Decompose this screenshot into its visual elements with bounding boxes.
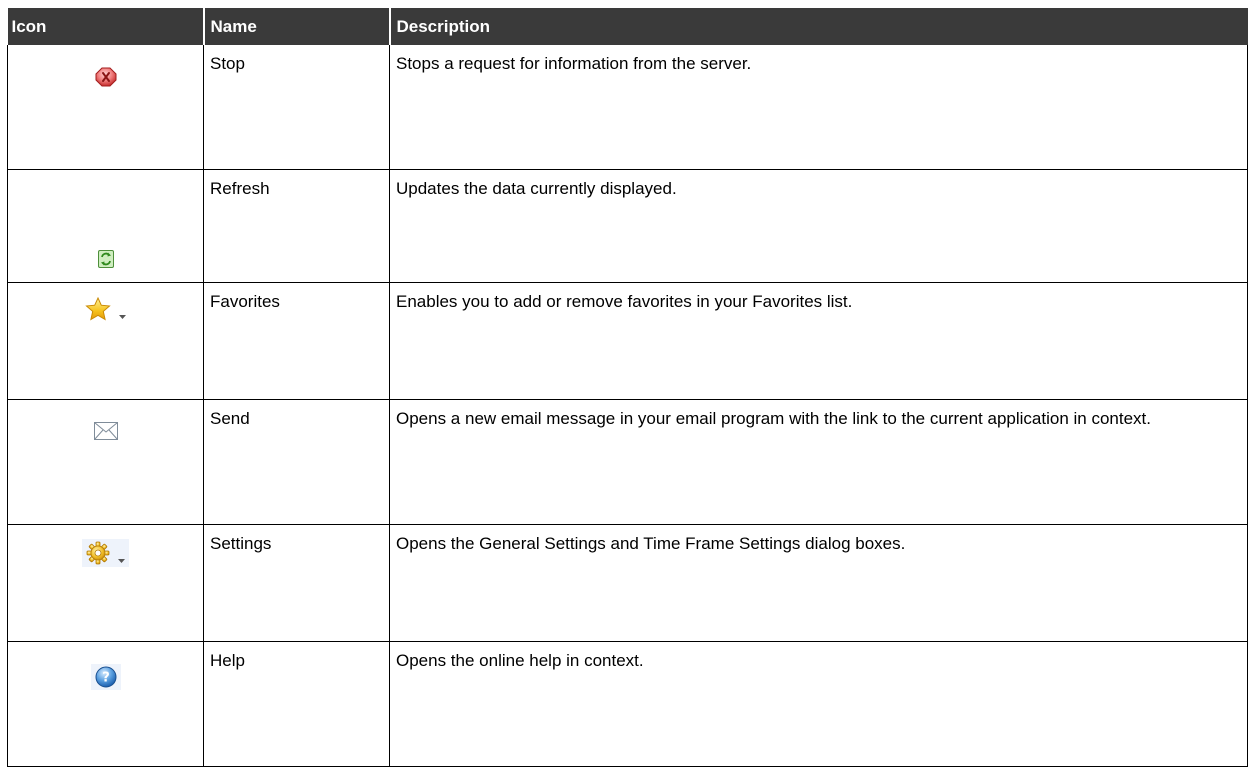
refresh-icon <box>97 250 114 268</box>
header-icon: Icon <box>7 8 204 45</box>
chevron-down-icon <box>119 314 127 319</box>
envelope-icon <box>93 422 118 440</box>
row-description: Updates the data currently displayed. <box>389 169 1248 283</box>
row-name: Send <box>203 399 390 525</box>
help-icon: ? <box>90 664 121 690</box>
svg-text:?: ? <box>102 671 110 686</box>
table-header-row: Icon Name Description <box>7 8 1248 45</box>
header-name: Name <box>202 8 390 45</box>
icon-cell <box>7 399 204 525</box>
table-row: Favorites Enables you to add or remove f… <box>7 282 1248 400</box>
row-description: Enables you to add or remove favorites i… <box>389 282 1248 400</box>
row-name: Settings <box>203 524 390 642</box>
stop-icon <box>95 67 117 87</box>
row-name: Stop <box>203 45 390 170</box>
icon-reference-table-container: Icon Name Description Stop Stops a reque… <box>7 8 1248 767</box>
row-name: Help <box>203 641 390 767</box>
gear-icon <box>81 539 130 567</box>
table-row: Send Opens a new email message in your e… <box>7 399 1248 525</box>
chevron-down-icon <box>118 558 126 563</box>
row-name: Refresh <box>203 169 390 283</box>
icon-cell <box>7 524 204 642</box>
header-description: Description <box>388 8 1248 45</box>
icon-cell <box>7 282 204 400</box>
icon-cell: ? <box>7 641 204 767</box>
row-description: Opens the General Settings and Time Fram… <box>389 524 1248 642</box>
icon-reference-table: Icon Name Description Stop Stops a reque… <box>7 8 1248 767</box>
row-name: Favorites <box>203 282 390 400</box>
row-description: Opens a new email message in your email … <box>389 399 1248 525</box>
favorites-star-icon <box>84 296 127 321</box>
table-row: Refresh Updates the data currently displ… <box>7 169 1248 283</box>
icon-cell <box>7 169 204 283</box>
row-description: Stops a request for information from the… <box>389 45 1248 170</box>
table-row: Settings Opens the General Settings and … <box>7 524 1248 642</box>
row-description: Opens the online help in context. <box>389 641 1248 767</box>
icon-cell <box>7 45 204 170</box>
table-row: Stop Stops a request for information fro… <box>7 45 1248 170</box>
table-row: ? Help Opens the online help in context. <box>7 641 1248 767</box>
